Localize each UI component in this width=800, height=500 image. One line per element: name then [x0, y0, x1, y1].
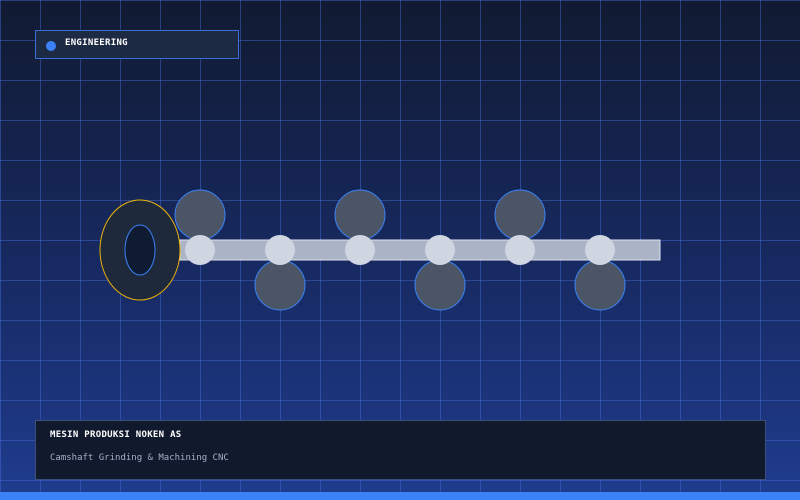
shaft-journal [505, 235, 535, 265]
machine-title: MESIN PRODUKSI NOKEN AS [50, 430, 182, 440]
cam-lobe [254, 259, 306, 311]
shaft-journal [265, 235, 295, 265]
shaft-journal [585, 235, 615, 265]
shaft-journal [345, 235, 375, 265]
cam-lobe [574, 259, 626, 311]
accent-bar [0, 492, 800, 500]
machine-info-panel: MESIN PRODUKSI NOKEN AS Camshaft Grindin… [35, 420, 766, 480]
machine-subtitle: Camshaft Grinding & Machining CNC [50, 453, 229, 463]
cam-lobe [174, 189, 226, 241]
shaft-journal [425, 235, 455, 265]
shaft-journal [185, 235, 215, 265]
cam-lobe [414, 259, 466, 311]
cam-lobe [334, 189, 386, 241]
flange-bore [124, 224, 156, 276]
cam-lobe [494, 189, 546, 241]
